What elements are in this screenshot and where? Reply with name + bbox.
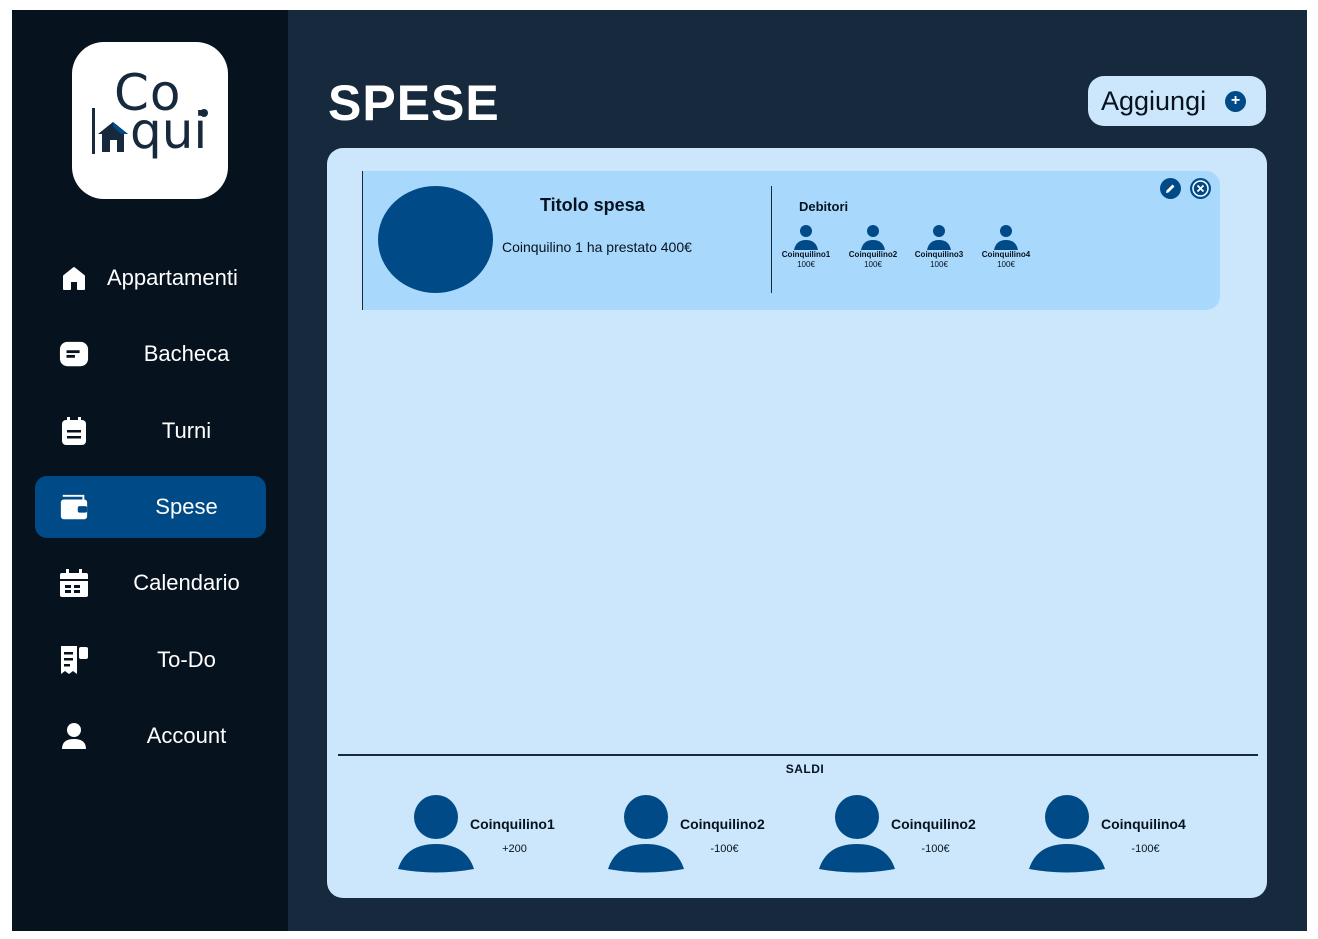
user-avatar-icon [994, 225, 1018, 250]
message-icon [59, 339, 89, 369]
balance-item: Coinquilino4 -100€ [1029, 794, 1229, 874]
nav-label-spese: Spese [155, 494, 218, 519]
user-avatar-icon [927, 225, 951, 250]
nav-item-turni[interactable]: Turni [35, 400, 266, 462]
balances-title: SALDI [785, 762, 825, 776]
logo-text-bottom: qui [130, 102, 208, 160]
edit-expense-button[interactable] [1160, 178, 1181, 199]
clipboard-icon [59, 416, 89, 446]
user-avatar-icon [398, 795, 474, 873]
close-icon [1192, 180, 1209, 197]
debtor-name: Coinquilino2 [848, 250, 898, 259]
expense-card[interactable]: Titolo spesa Coinquilino 1 ha prestato 4… [362, 171, 1220, 310]
user-avatar-icon [1029, 795, 1105, 873]
user-avatar-icon [861, 225, 885, 250]
user-icon [59, 721, 89, 751]
expense-title: Titolo spesa [540, 195, 645, 215]
plus-circle-icon: + [1225, 91, 1246, 112]
wallet-icon [59, 492, 89, 522]
debtor-item: Coinquilino3 100€ [906, 224, 972, 270]
balance-amount: -100€ [710, 843, 739, 855]
todo-list-icon [59, 645, 89, 675]
debtor-amount: 100€ [930, 260, 948, 269]
debtor-item: Coinquilino2 100€ [840, 224, 906, 270]
card-divider [771, 186, 772, 293]
add-expense-button[interactable]: Aggiungi + [1088, 76, 1266, 126]
user-avatar-icon [608, 795, 684, 873]
balance-name: Coinquilino4 [1101, 816, 1186, 832]
balance-amount: -100€ [1131, 843, 1160, 855]
calendar-icon [59, 568, 89, 598]
balance-name: Coinquilino2 [891, 816, 976, 832]
expense-image [378, 186, 493, 293]
debtor-amount: 100€ [864, 260, 882, 269]
debtor-name: Coinquilino1 [781, 250, 831, 259]
nav-item-bacheca[interactable]: Bacheca [35, 323, 266, 385]
nav-label-todo: To-Do [157, 647, 216, 672]
debtor-name: Coinquilino4 [981, 250, 1031, 259]
nav-label-turni: Turni [161, 418, 212, 443]
logo-stroke [92, 108, 95, 154]
expense-description: Coinquilino 1 ha prestato 400€ [502, 239, 692, 255]
nav-item-spese[interactable]: Spese [35, 476, 266, 538]
nav-label-account: Account [146, 723, 227, 748]
nav-label-bacheca: Bacheca [143, 341, 230, 366]
balances-divider [338, 754, 1258, 756]
nav-item-calendario[interactable]: Calendario [35, 552, 266, 614]
balance-item: Coinquilino2 -100€ [608, 794, 808, 874]
pencil-icon [1166, 184, 1175, 193]
app-logo[interactable]: Co qui [72, 42, 228, 199]
debtor-item: Coinquilino1 100€ [773, 224, 839, 270]
debtor-amount: 100€ [797, 260, 815, 269]
nav-item-todo[interactable]: To-Do [35, 629, 266, 691]
house-icon [98, 120, 128, 159]
balance-name: Coinquilino2 [680, 816, 765, 832]
add-button-label: Aggiungi [1101, 85, 1207, 116]
user-avatar-icon [819, 795, 895, 873]
balance-item: Coinquilino2 -100€ [819, 794, 1019, 874]
debtor-name: Coinquilino3 [914, 250, 964, 259]
balance-name: Coinquilino1 [470, 816, 555, 832]
balance-amount: -100€ [921, 843, 950, 855]
balance-item: Coinquilino1 +200 [398, 794, 598, 874]
nav-label-calendario: Calendario [133, 570, 240, 595]
page-title: SPESE [328, 75, 500, 131]
nav-item-account[interactable]: Account [35, 705, 266, 767]
user-avatar-icon [794, 225, 818, 250]
nav-item-appartamenti[interactable]: Appartamenti [35, 247, 266, 309]
debtor-item: Coinquilino4 100€ [973, 224, 1039, 270]
debtor-amount: 100€ [997, 260, 1015, 269]
delete-expense-button[interactable] [1190, 178, 1211, 199]
debtors-label: Debitori [799, 199, 849, 214]
home-icon [59, 263, 89, 293]
balance-amount: +200 [502, 843, 527, 855]
nav-label-appartamenti: Appartamenti [107, 265, 238, 290]
